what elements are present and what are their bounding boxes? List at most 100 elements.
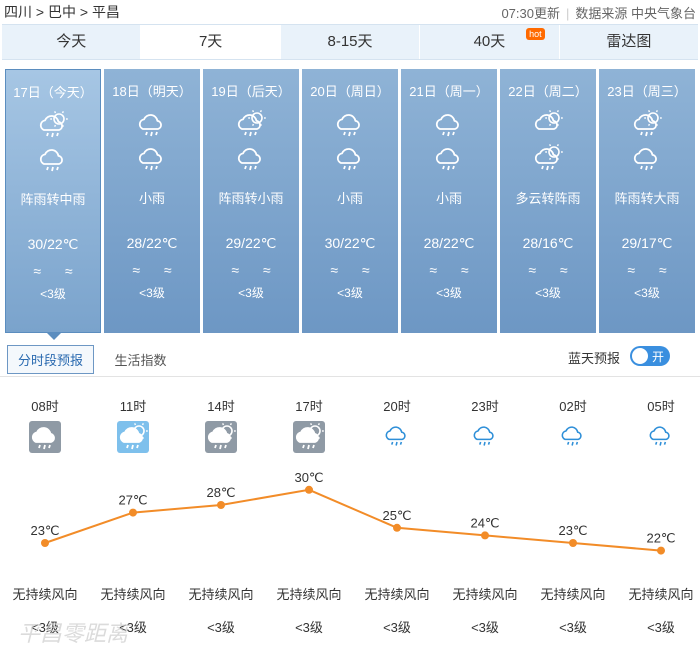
wind-level: <3级	[295, 620, 323, 635]
weather-description: 小雨	[435, 191, 462, 206]
temperature-range: 29/17℃	[621, 235, 673, 251]
rain-icon	[649, 426, 670, 446]
wind-direction: 无持续风向	[12, 587, 78, 602]
wind-direction: 无持续风向	[276, 587, 342, 602]
breadcrumb-province[interactable]: 四川	[4, 4, 32, 20]
hour-wind: 无持续风向 <3级	[529, 584, 617, 636]
day-card[interactable]: 17日（今天） 阵雨转中雨 30/22℃ ≈ ≈ <3级	[5, 69, 101, 333]
temperature-range: 29/22℃	[225, 235, 277, 251]
wind-level: <3级	[40, 287, 66, 301]
hour-time: 20时	[383, 399, 411, 414]
wind-level: <3级	[471, 620, 499, 635]
temperature-point	[305, 485, 313, 494]
temperature-range: 28/22℃	[423, 235, 475, 251]
wind-direction: 无持续风向	[540, 587, 606, 602]
wind-level: <3级	[139, 286, 165, 300]
day-card[interactable]: 18日（明天） 小雨 28/22℃ ≈ ≈ <3级	[104, 69, 200, 333]
breadcrumb-city[interactable]: 巴中	[48, 4, 76, 20]
shower-icon	[117, 421, 149, 453]
rain-icon	[138, 148, 162, 171]
wind-icon: ≈ ≈	[33, 263, 83, 279]
hour-time: 08时	[31, 399, 59, 414]
temperature-point	[569, 539, 577, 547]
hour-item: 14时	[177, 396, 265, 453]
hour-time: 05时	[647, 399, 675, 414]
weather-description: 小雨	[138, 191, 165, 206]
hour-time: 11时	[119, 399, 147, 414]
wind-level: <3级	[559, 620, 587, 635]
divider: |	[565, 6, 570, 21]
weather-description: 小雨	[336, 191, 363, 206]
tab-7days[interactable]: 7天	[141, 25, 281, 59]
blue-sky-toggle[interactable]: 开	[630, 346, 670, 366]
hour-wind: 无持续风向 <3级	[617, 584, 700, 636]
tab-life-index[interactable]: 生活指数	[104, 346, 176, 373]
temperature-point	[41, 539, 49, 547]
temperature-point	[393, 523, 401, 532]
hour-wind: 无持续风向 <3级	[441, 584, 529, 636]
weather-description: 阵雨转大雨	[614, 191, 680, 206]
hour-wind: 无持续风向 <3级	[265, 584, 353, 636]
day-card[interactable]: 20日（周日） 小雨 30/22℃ ≈ ≈ <3级	[302, 69, 398, 333]
data-source: 数据来源 中央气象台	[575, 6, 696, 21]
day-card[interactable]: 22日（周二） 多云转阵雨 28/16℃ ≈ ≈ <3级	[500, 69, 596, 333]
temperature-label: 25℃	[382, 508, 411, 523]
tab-today[interactable]: 今天	[2, 25, 142, 59]
hour-wind: 无持续风向 <3级	[177, 584, 265, 636]
breadcrumb-separator: >	[35, 4, 45, 20]
day-card[interactable]: 23日（周三） 阵雨转大雨 29/17℃ ≈ ≈ <3级	[599, 69, 695, 333]
temperature-label: 24℃	[470, 515, 499, 530]
wind-icon: ≈ ≈	[627, 262, 677, 278]
wind-icon: ≈ ≈	[330, 262, 380, 278]
rain-icon	[336, 114, 360, 137]
hour-item: 05时	[617, 396, 700, 449]
temperature-label: 27℃	[118, 493, 147, 508]
shower-icon	[39, 111, 68, 138]
hour-wind: 无持续风向 <3级	[353, 584, 441, 636]
wind-icon: ≈ ≈	[231, 262, 281, 278]
hour-item: 23时	[441, 396, 529, 449]
update-time: 07:30更新	[501, 6, 560, 21]
temperature-label: 23℃	[30, 523, 59, 538]
hour-item: 02时	[529, 396, 617, 449]
day-date: 23日（周三）	[607, 84, 687, 99]
tab-radar[interactable]: 雷达图	[560, 25, 698, 59]
temperature-point	[657, 546, 665, 555]
temperature-line-chart: 23℃ 27℃ 28℃ 30℃ 25℃ 24℃ 23℃ 22℃	[30, 470, 676, 555]
wind-level: <3级	[383, 620, 411, 635]
rain-icon	[39, 149, 63, 172]
weather-description: 多云转阵雨	[515, 191, 581, 206]
tab-label: 40天	[473, 33, 506, 50]
watermark: 平昌零距离	[18, 621, 129, 646]
rain-icon	[29, 421, 61, 453]
day-date: 19日（后天）	[211, 84, 291, 99]
tab-hourly-forecast[interactable]: 分时段预报	[7, 345, 95, 374]
wind-icon: ≈ ≈	[429, 262, 479, 278]
rain-icon	[138, 114, 162, 137]
shower-icon	[534, 144, 563, 171]
rain-icon	[473, 426, 494, 446]
day-card[interactable]: 19日（后天） 阵雨转小雨 29/22℃ ≈ ≈ <3级	[203, 69, 299, 333]
hour-time: 23时	[471, 399, 499, 414]
hour-time: 17时	[295, 399, 323, 414]
weather-description: 阵雨转中雨	[20, 192, 86, 207]
cloudy-icon	[534, 110, 563, 130]
tab-label: 7天	[198, 33, 223, 50]
day-date: 18日（明天）	[112, 84, 192, 99]
tab-8-15days[interactable]: 8-15天	[281, 25, 421, 59]
tab-40days[interactable]: 40天 hot	[420, 25, 560, 59]
day-date: 17日（今天）	[13, 85, 93, 100]
tab-label: 今天	[56, 33, 87, 50]
hour-item: 11时	[89, 396, 177, 453]
wind-level: <3级	[238, 286, 264, 300]
day-date: 20日（周日）	[310, 84, 390, 99]
shower-icon	[237, 110, 266, 137]
temperature-range: 30/22℃	[27, 236, 79, 252]
day-card[interactable]: 21日（周一） 小雨 28/22℃ ≈ ≈ <3级	[401, 69, 497, 333]
hour-item: 20时	[353, 396, 441, 449]
blue-sky-label: 蓝天预报	[567, 351, 620, 366]
wind-level: <3级	[207, 620, 235, 635]
hour-item: 08时	[1, 396, 89, 453]
weather-description: 阵雨转小雨	[218, 191, 284, 206]
selected-day-pointer	[47, 333, 61, 340]
